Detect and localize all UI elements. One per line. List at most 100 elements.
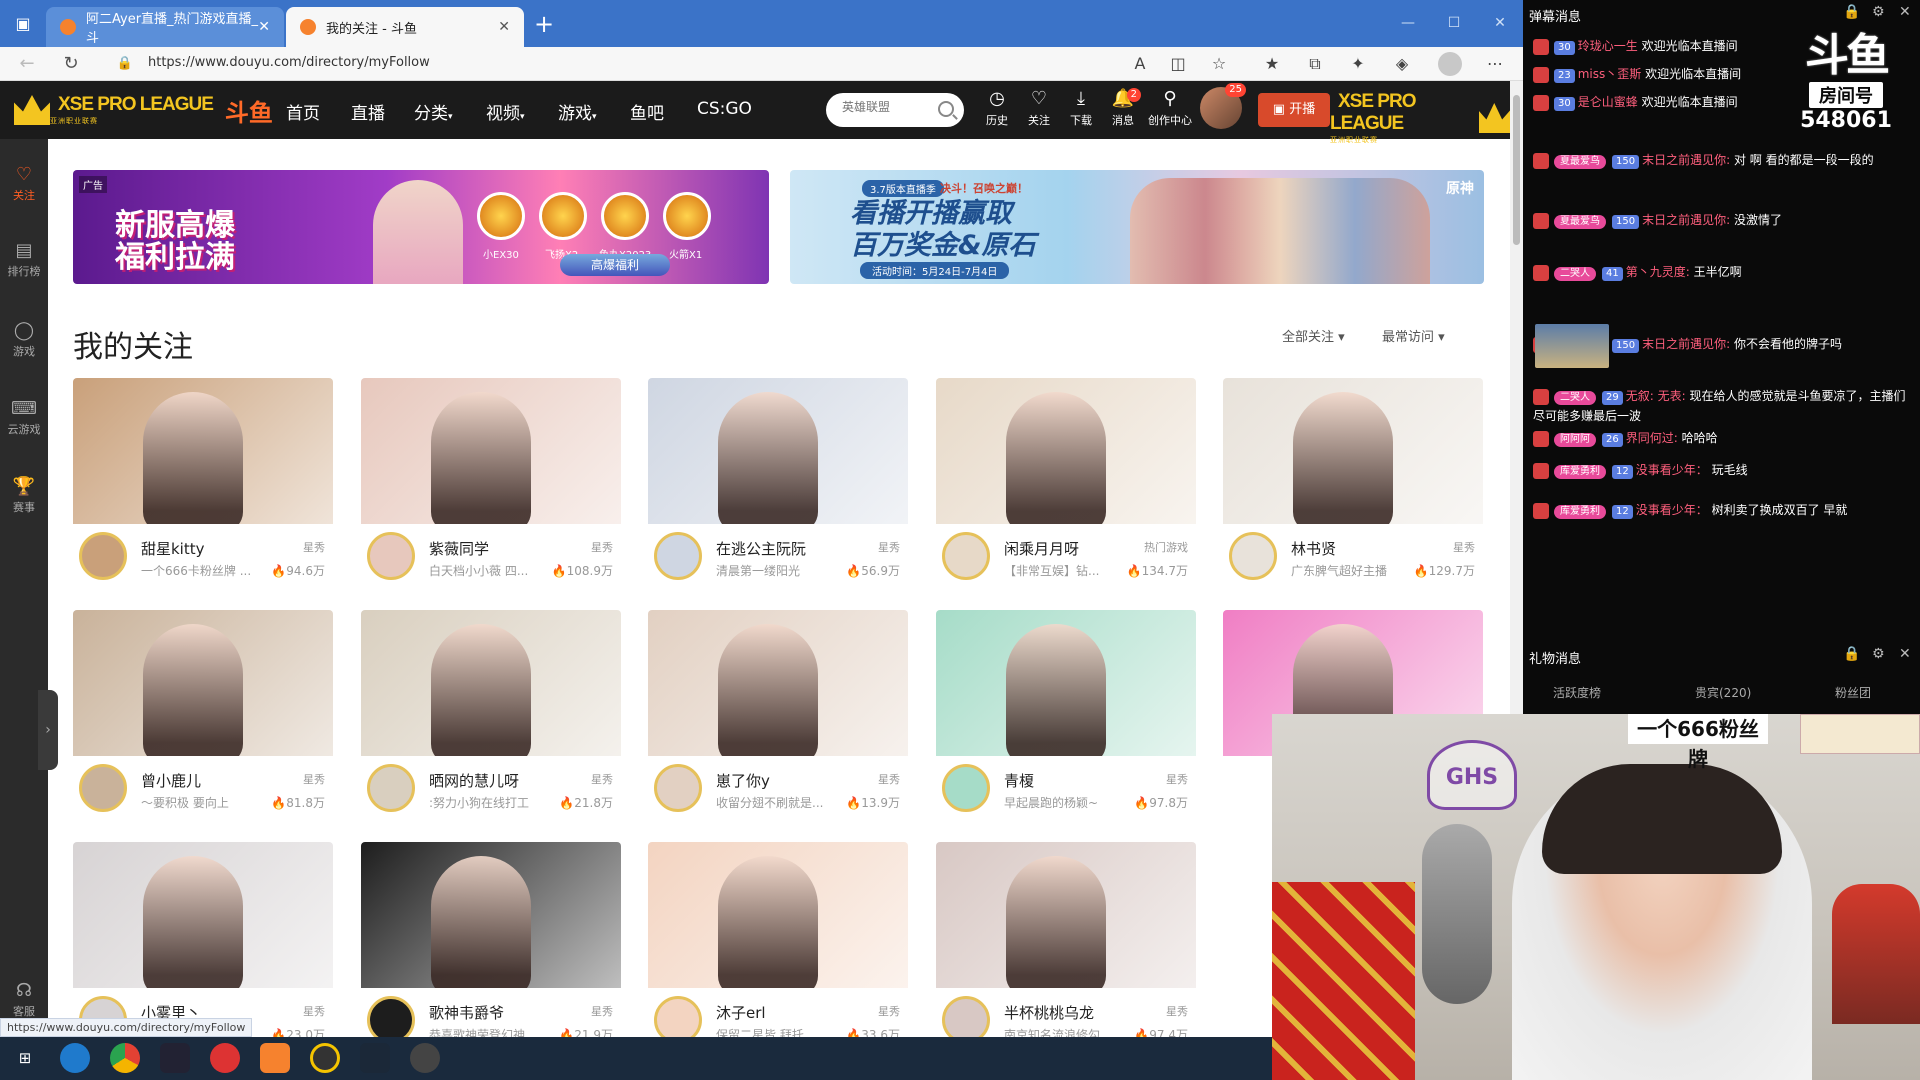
tab-actions-icon[interactable]: ▣ [8, 9, 38, 39]
follow-button[interactable]: ♡ 关注 [1019, 88, 1059, 134]
obs-icon[interactable] [310, 1043, 340, 1073]
stream-thumbnail[interactable] [936, 842, 1196, 988]
avatar[interactable] [367, 532, 415, 580]
stream-thumbnail[interactable] [648, 842, 908, 988]
nav-csgo[interactable]: CS:GO [697, 99, 752, 119]
stream-thumbnail[interactable] [73, 610, 333, 756]
danmaku-message[interactable]: 30 玲珑心一生 欢迎光临本直播间 [1533, 36, 1783, 56]
gear-icon[interactable]: ⚙ [1872, 4, 1885, 20]
window-close-icon[interactable]: ✕ [1480, 10, 1520, 36]
history-button[interactable]: ◷ 历史 [977, 88, 1017, 134]
user-avatar[interactable]: 25 [1200, 83, 1246, 129]
search-input[interactable] [842, 100, 932, 114]
favorite-star-icon[interactable]: ☆ [1207, 52, 1231, 76]
rail-ranking[interactable]: ▤ 排行榜 [0, 239, 48, 279]
profile-icon[interactable] [1438, 52, 1462, 76]
chat-username[interactable]: miss丶歪斯 [1578, 67, 1642, 81]
chat-username[interactable]: 末日之前遇见你: [1642, 213, 1730, 227]
chat-username[interactable]: 没事看少年： [1636, 463, 1708, 477]
avatar[interactable] [942, 532, 990, 580]
ad-banner-left[interactable]: 广告 新服高爆福利拉满 小EX30 飞扬X2 鱼丸X2023 火箭X1 高爆福利 [73, 170, 769, 284]
streamer-name[interactable]: 歌神韦爵爷 [429, 1002, 504, 1023]
stream-card[interactable]: 沐子erl 星秀 保留二星皆,拜托... 🔥33.6万 [648, 842, 908, 1048]
download-button[interactable]: ⤓ 下载 [1061, 88, 1101, 134]
streamer-name[interactable]: 甜星kitty [141, 538, 205, 559]
avatar[interactable] [942, 764, 990, 812]
stream-thumbnail[interactable] [1223, 378, 1483, 524]
stream-card[interactable]: 崽了你y 星秀 收留分翅不刷就是... 🔥13.9万 [648, 610, 908, 816]
more-menu-icon[interactable]: ⋯ [1483, 52, 1507, 76]
browser-essentials-icon[interactable]: ◈ [1390, 52, 1414, 76]
stream-card[interactable]: 在逃公主阮阮 星秀 清晨第一缕阳光 🔥56.9万 [648, 378, 908, 584]
rail-esports[interactable]: 🏆 赛事 [0, 475, 48, 515]
sort-most-visited[interactable]: 最常访问 ▾ [1382, 326, 1445, 345]
rail-follow[interactable]: ♡ 关注 [0, 163, 48, 203]
nav-game[interactable]: 游戏▾ [558, 99, 597, 124]
danmaku-message[interactable]: 夏最爱鸟 150 末日之前遇见你: 对 啊 看的都是一段一段的 [1533, 150, 1913, 170]
danmaku-message[interactable]: 二哭人 29 无叙: 无表: 现在给人的感觉就是斗鱼要凉了，主播们尽可能多赚最后一波 [1533, 386, 1913, 426]
back-icon[interactable]: ← [12, 49, 42, 79]
chat-username[interactable]: 第丶九灵度: [1626, 265, 1690, 279]
tab-fan-club[interactable]: 粉丝团 [1835, 684, 1871, 701]
netease-icon[interactable] [210, 1043, 240, 1073]
terminal-icon[interactable] [160, 1043, 190, 1073]
avatar[interactable] [79, 764, 127, 812]
stream-card[interactable]: 曾小鹿儿 星秀 ～要积极 要向上 🔥81.8万 [73, 610, 333, 816]
messages-button[interactable]: 🔔 消息 2 [1103, 88, 1143, 134]
chat-username[interactable]: 界同何过: [1626, 431, 1678, 445]
streamer-name[interactable]: 崽了你y [716, 770, 770, 791]
tab-activity[interactable]: 活跃度榜 [1553, 684, 1601, 701]
douyu-icon[interactable] [260, 1043, 290, 1073]
close-icon[interactable]: ✕ [1899, 646, 1911, 662]
streamer-name[interactable]: 曾小鹿儿 [141, 770, 201, 791]
url-field[interactable]: https://www.douyu.com/directory/myFollow [148, 55, 430, 70]
rail-games[interactable]: ◯ 游戏 [0, 319, 48, 359]
chat-username[interactable]: 没事看少年： [1636, 503, 1708, 517]
windows-icon[interactable]: ⊞ [10, 1043, 40, 1073]
avatar[interactable] [79, 532, 127, 580]
stream-card[interactable]: 半杯桃桃乌龙 星秀 南京知名流浪修勾 🔥97.4万 [936, 842, 1196, 1048]
nav-category[interactable]: 分类▾ [414, 99, 453, 124]
read-aloud-icon[interactable]: A [1128, 52, 1152, 76]
tab-vip[interactable]: 贵宾(220) [1695, 684, 1751, 701]
filter-all-follows[interactable]: 全部关注 ▾ [1282, 326, 1345, 345]
streamer-name[interactable]: 半杯桃桃乌龙 [1004, 1002, 1094, 1023]
stream-thumbnail[interactable] [361, 842, 621, 988]
go-live-button[interactable]: ▣ 开播 [1258, 93, 1330, 127]
avatar[interactable] [654, 764, 702, 812]
browser-tab-myfollow[interactable]: 我的关注 - 斗鱼 ✕ [286, 7, 524, 47]
maximize-icon[interactable]: ☐ [1434, 10, 1474, 36]
danmaku-message[interactable]: 库爱勇利 12 没事看少年： 树利卖了换成双百了 早就 [1533, 500, 1913, 520]
stream-card[interactable]: 林书贤 星秀 广东脾气超好主播 🔥129.7万 [1223, 378, 1483, 584]
stream-card[interactable]: 晒网的慧儿呀 星秀:努力小狗在线打工 🔥21.8万 [361, 610, 621, 816]
streamer-name[interactable]: 闲乘月月呀 [1004, 538, 1079, 559]
rail-expand-button[interactable]: › [38, 690, 58, 770]
streamer-name[interactable]: 林书贤 [1291, 538, 1336, 559]
streamer-name[interactable]: 青榎 [1004, 770, 1034, 791]
stream-thumbnail[interactable] [361, 378, 621, 524]
stream-thumbnail[interactable] [648, 378, 908, 524]
nav-live[interactable]: 直播 [351, 99, 385, 124]
streamer-name[interactable]: 紫薇同学 [429, 538, 489, 559]
nav-home[interactable]: 首页 [286, 99, 320, 124]
close-icon[interactable]: ✕ [1899, 4, 1911, 20]
danmaku-message[interactable]: 23 miss丶歪斯 欢迎光临本直播间 [1533, 64, 1783, 84]
streamer-name[interactable]: 沐子erl [716, 1002, 766, 1023]
creator-center-button[interactable]: ⚲ 创作中心 [1145, 88, 1195, 134]
chrome-icon[interactable] [110, 1043, 140, 1073]
streamer-name[interactable]: 晒网的慧儿呀 [429, 770, 519, 791]
edge-icon[interactable] [60, 1043, 90, 1073]
stream-thumbnail[interactable] [936, 378, 1196, 524]
split-screen-icon[interactable]: ◫ [1166, 52, 1190, 76]
search-box[interactable] [826, 93, 964, 127]
ad-banner-right[interactable]: 3.7版本直播季 决斗！召唤之巅！ 看播开播赢取 百万奖金&原石 活动时间：5月2… [790, 170, 1484, 284]
avatar[interactable] [1229, 532, 1277, 580]
browser-tab-stream[interactable]: 阿二Ayer直播_热门游戏直播_斗 ✕ [46, 7, 284, 47]
clock-app-icon[interactable] [410, 1043, 440, 1073]
stream-card[interactable]: 闲乘月月呀 热门游戏 【非常互娱】钻... 🔥134.7万 [936, 378, 1196, 584]
stream-card[interactable]: 紫薇同学 星秀 白天档小小薇 四... 🔥108.9万 [361, 378, 621, 584]
steam-icon[interactable] [360, 1043, 390, 1073]
stream-thumbnail[interactable] [73, 842, 333, 988]
danmaku-message[interactable]: 阿阿阿 26 界同何过: 哈哈哈 [1533, 428, 1913, 448]
banner-cta-button[interactable]: 高爆福利 [560, 254, 670, 276]
